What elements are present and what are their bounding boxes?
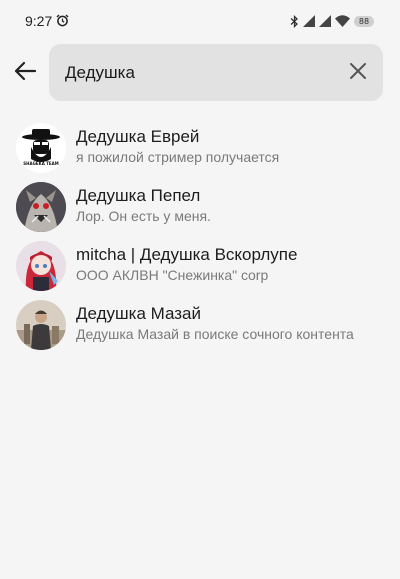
signal-icon [303,15,315,27]
back-button[interactable] [10,58,40,88]
search-screen: 9:27 88 Дедушка SHAGEKA TEAM Дедушка Евр… [0,0,400,579]
alarm-icon [56,14,69,27]
close-icon [350,62,366,84]
search-result-item[interactable]: SHAGEKA TEAM Дедушка Еврей я пожилой стр… [0,117,400,176]
search-result-item[interactable]: mitcha | Дедушка Вскорлупе ООО АКЛВН "Сн… [0,235,400,294]
result-subtitle: Лор. Он есть у меня. [76,208,211,224]
status-time: 9:27 [25,13,53,29]
search-results-list: SHAGEKA TEAM Дедушка Еврей я пожилой стр… [0,117,400,353]
battery-icon: 88 [354,15,374,27]
result-subtitle: ООО АКЛВН "Снежинка" corp [76,267,269,283]
search-result-item[interactable]: Дедушка Пепел Лор. Он есть у меня. [0,176,400,235]
clear-search-button[interactable] [347,62,369,84]
result-title: Дедушка Пепел [76,186,201,205]
search-input[interactable] [65,61,335,85]
status-icons: 88 [290,13,374,29]
result-title: mitcha | Дедушка Вскорлупе [76,245,298,264]
search-box [49,44,383,101]
result-title: Дедушка Еврей [76,127,200,146]
wifi-icon [335,15,350,27]
status-bar: 9:27 88 [0,0,400,40]
result-subtitle: Дедушка Мазай в поиске сочного контента [76,326,354,342]
bluetooth-icon [290,14,299,28]
arrow-left-icon [13,61,37,86]
avatar: SHAGEKA TEAM [16,123,66,173]
result-title: Дедушка Мазай [76,304,202,323]
avatar [16,182,66,232]
signal-icon [319,15,331,27]
search-result-item[interactable]: Дедушка Мазай Дедушка Мазай в поиске соч… [0,294,400,353]
avatar [16,300,66,350]
svg-text:SHAGEKA TEAM: SHAGEKA TEAM [23,161,58,166]
result-subtitle: я пожилой стример получается [76,149,280,165]
avatar [16,241,66,291]
